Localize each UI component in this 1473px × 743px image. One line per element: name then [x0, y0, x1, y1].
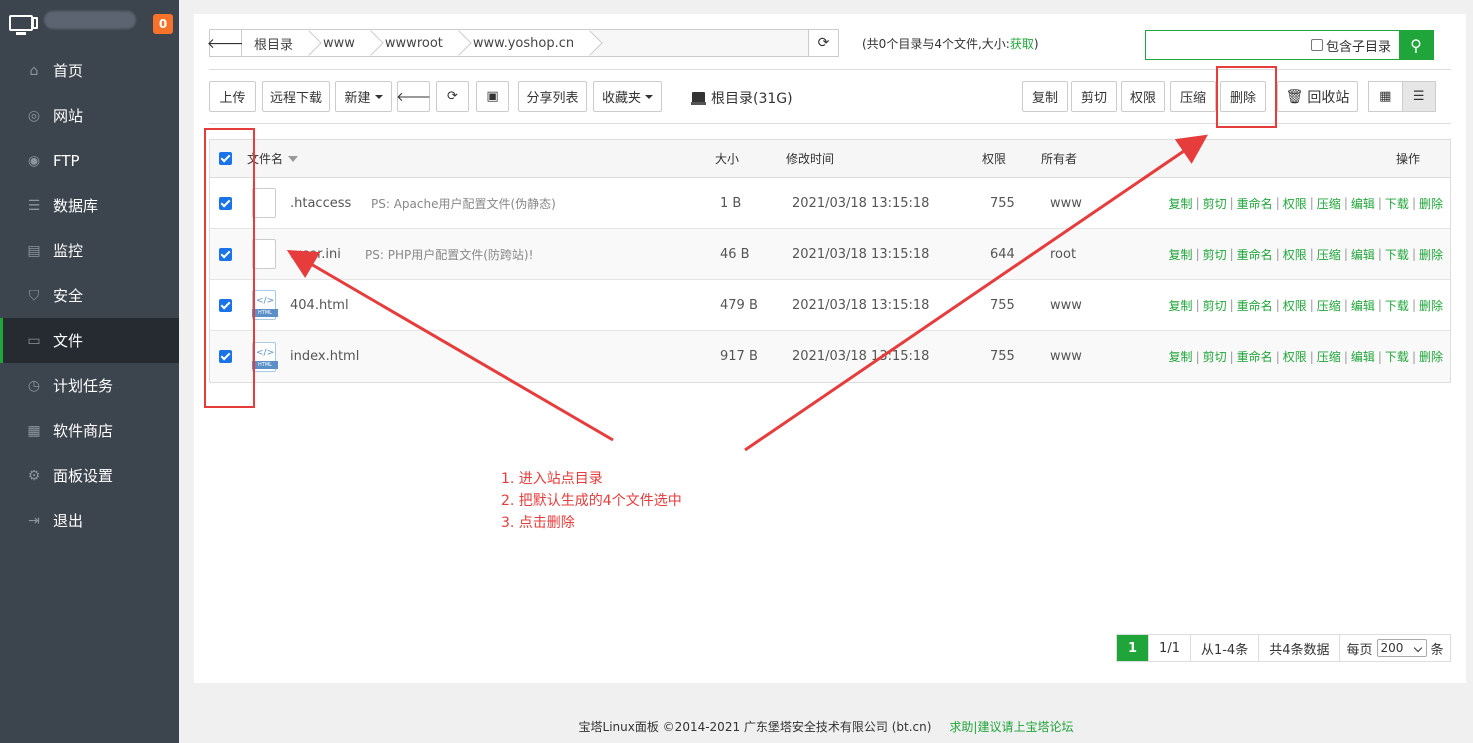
arrow-to-delete: [744, 134, 1208, 452]
annotation-steps: 1. 进入站点目录 2. 把默认生成的4个文件选中 3. 点击删除: [501, 471, 682, 531]
annotation-arrows: [286, 134, 1208, 452]
arrow-to-files: [286, 249, 614, 442]
